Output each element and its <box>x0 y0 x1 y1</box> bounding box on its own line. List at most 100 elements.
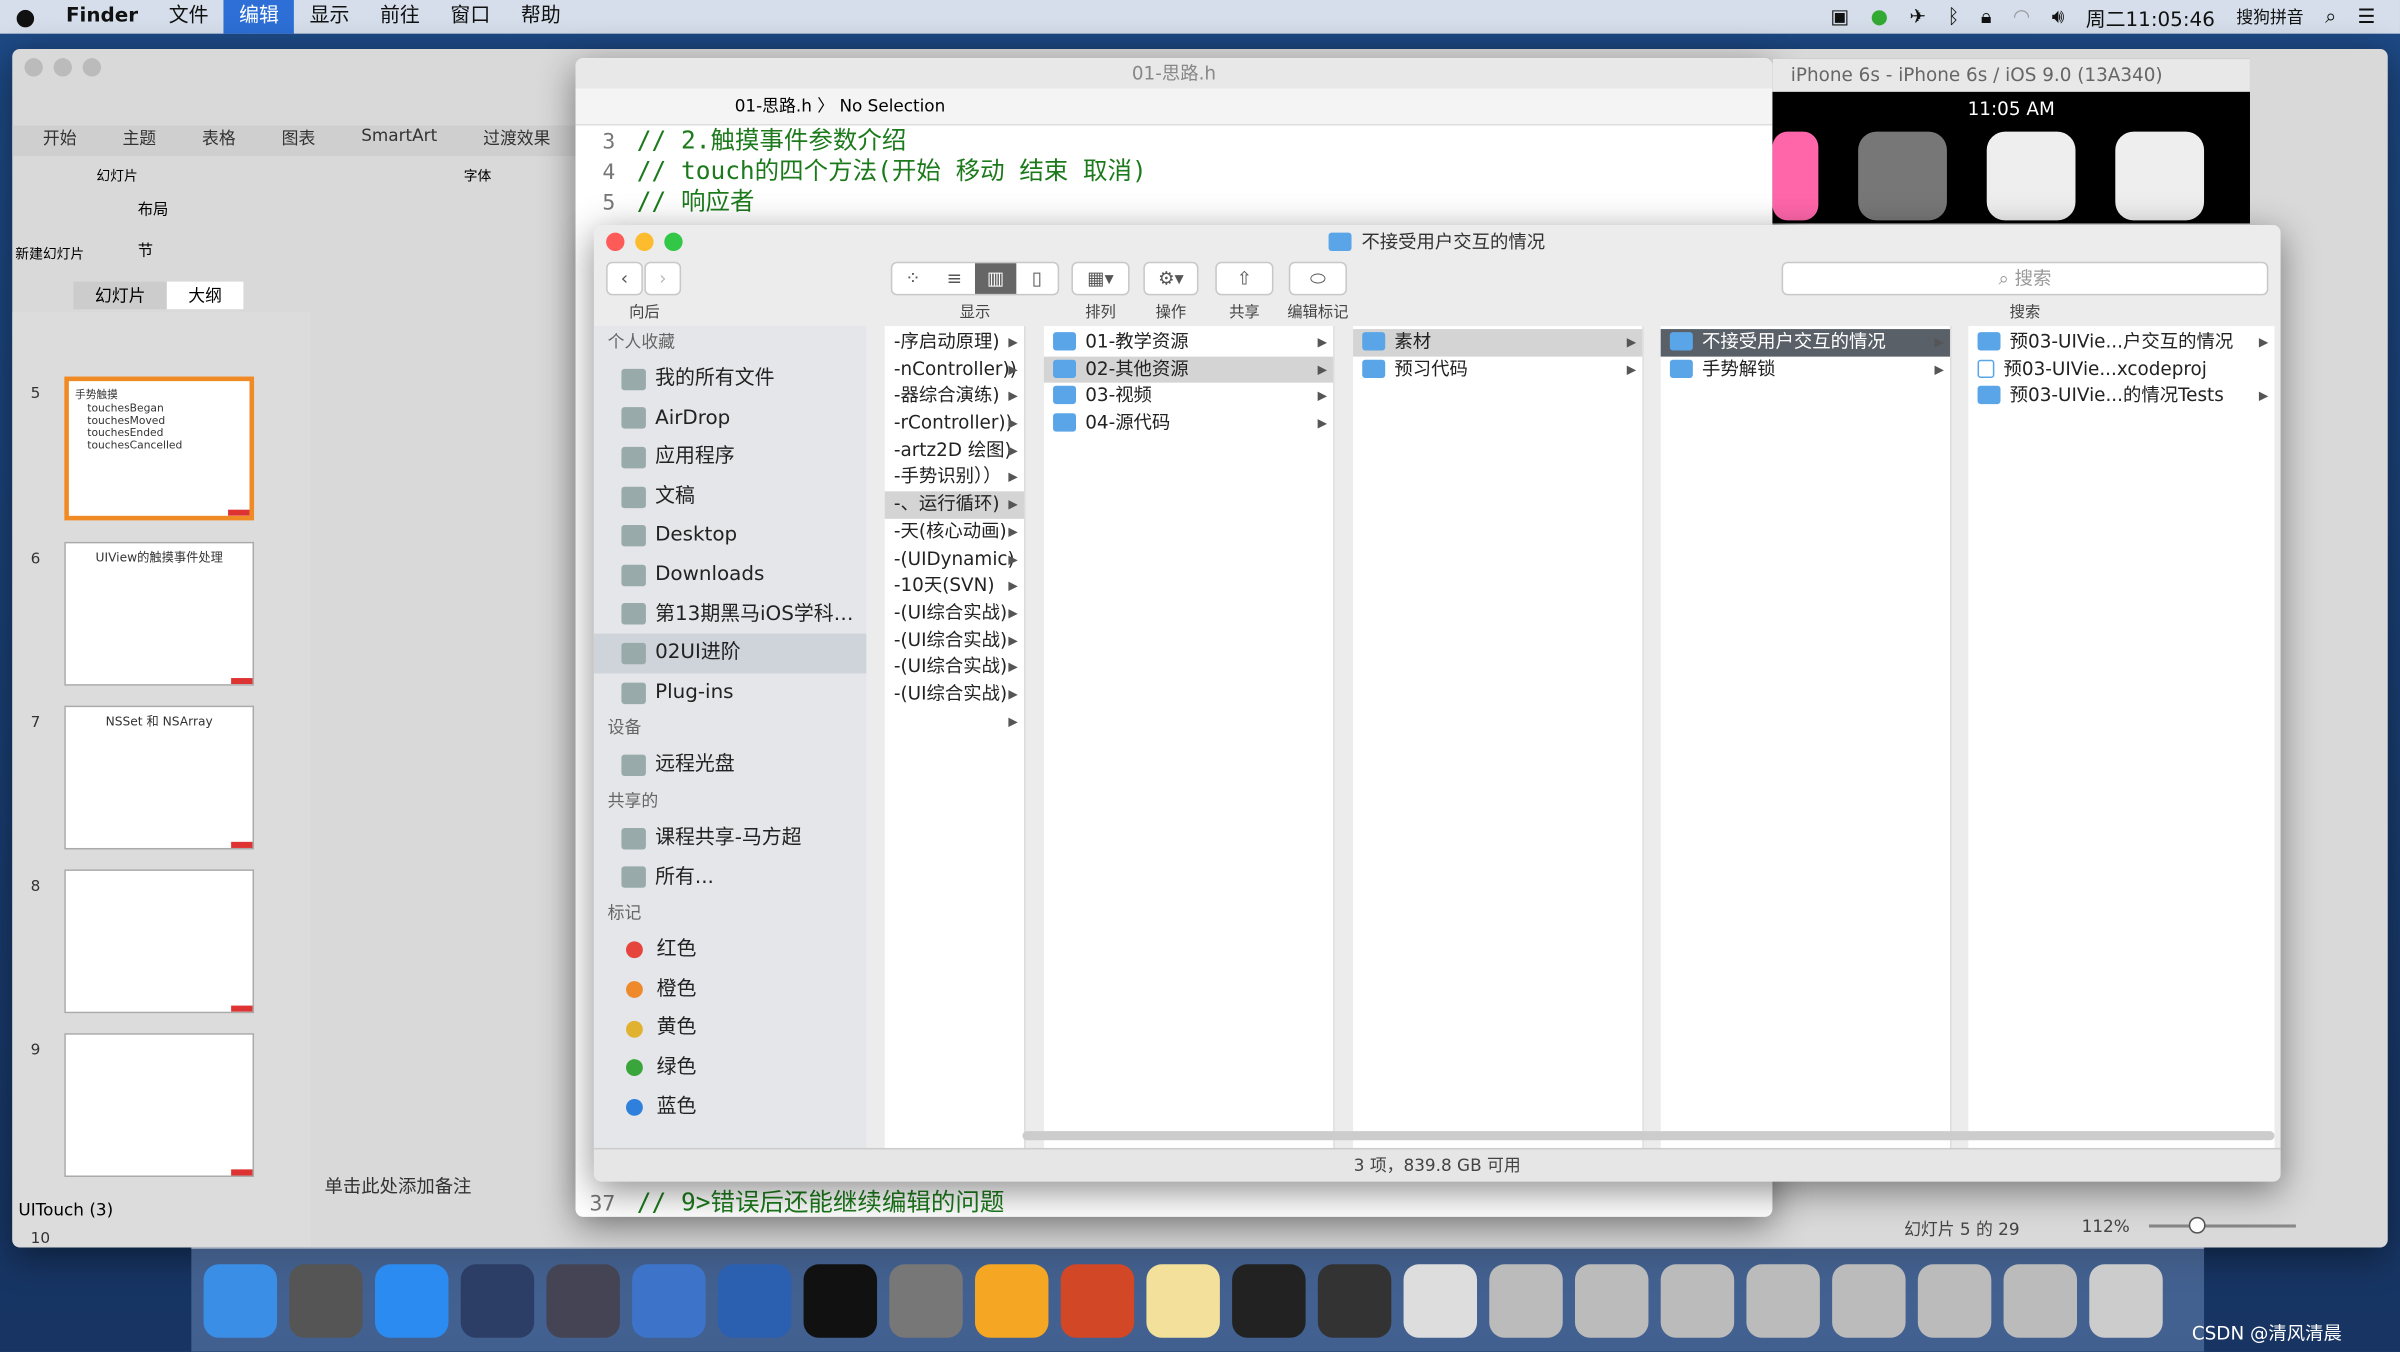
forward-button[interactable]: › <box>644 261 682 296</box>
share-icon[interactable]: ⇧ <box>1215 261 1274 296</box>
notes-placeholder[interactable]: 单击此处添加备注 <box>324 1172 471 1198</box>
list-item[interactable]: 02-其他资源 ▶ <box>1043 356 1334 384</box>
horizontal-scrollbar[interactable] <box>1022 1131 2275 1141</box>
app-icon[interactable] <box>2115 131 2205 221</box>
tab-smartart[interactable]: SmartArt <box>361 126 437 157</box>
list-item[interactable]: -(UI综合实战) ▶ <box>885 654 1024 681</box>
finder-icon[interactable] <box>203 1263 278 1337</box>
sidebar-item[interactable]: Desktop <box>594 516 866 555</box>
list-item[interactable]: -(UI综合实战) ▶ <box>885 627 1024 654</box>
window-6-icon[interactable] <box>1917 1263 1992 1337</box>
icon-view-icon[interactable]: ⁘ <box>892 263 933 294</box>
breadcrumb-file[interactable]: 01-思路.h <box>735 96 812 116</box>
list-item[interactable]: -天(核心动画) ▶ <box>885 519 1024 546</box>
slide-thumbnail[interactable] <box>64 1033 255 1178</box>
preview-icon[interactable] <box>1403 1263 1478 1337</box>
console-icon[interactable] <box>1232 1263 1306 1337</box>
notification-center-icon[interactable]: ☰ <box>2358 5 2376 28</box>
list-item[interactable]: 预03-UIVie...的情况Tests ▶ <box>1968 383 2274 410</box>
bluetooth-icon[interactable]: ᛒ <box>1948 5 1960 28</box>
tab-transitions[interactable]: 过渡效果 <box>483 126 550 157</box>
tab-slides[interactable]: 幻灯片 <box>73 281 167 310</box>
section-button[interactable]: 节 <box>138 237 153 260</box>
sidebar-item[interactable]: 我的所有文件 <box>594 360 866 399</box>
menu-window[interactable]: 窗口 <box>435 0 505 34</box>
xcode-icon[interactable] <box>632 1263 706 1337</box>
zoom-slider[interactable] <box>2148 1216 2296 1234</box>
slide-thumbnail[interactable] <box>64 869 255 1014</box>
menu-edit[interactable]: 编辑 <box>223 0 295 34</box>
slide-thumbnail[interactable]: 手势触摸 touchesBegan touchesMoved touchesEnded… <box>64 376 255 521</box>
volume-icon[interactable]: 🔊︎ <box>2052 5 2065 28</box>
view-switcher[interactable]: ⁘ ≡ ▥ ▯ <box>890 261 1060 296</box>
list-item[interactable]: -artz2D 绘图) ▶ <box>885 437 1024 464</box>
back-button[interactable]: ‹ <box>606 261 643 296</box>
code-editor[interactable]: 3 // 2.触摸事件参数介绍 4 // touch的四个方法(开始 移动 结束 取消… <box>576 126 1146 218</box>
jump-bar[interactable]: 01-思路.h 〉 No Selection <box>575 88 1773 126</box>
window-3-icon[interactable] <box>1660 1263 1735 1337</box>
sidebar-item[interactable]: Plug-ins <box>594 673 866 712</box>
list-item[interactable]: -器综合演练) ▶ <box>885 383 1024 410</box>
quicktime-icon[interactable] <box>1317 1263 1392 1337</box>
clock[interactable]: 周二11:05:46 <box>2086 2 2215 31</box>
apple-menu-icon[interactable]: ● <box>0 0 51 34</box>
list-item[interactable]: ▶ <box>885 708 1024 735</box>
list-item[interactable]: 预习代码 ▶ <box>1353 356 1642 383</box>
sidebar-tag[interactable]: 黄色 <box>594 1009 866 1048</box>
wifi-icon[interactable]: ◠ <box>2013 5 2030 28</box>
zoom-button[interactable] <box>664 232 683 252</box>
powerpoint-icon[interactable] <box>1060 1263 1135 1337</box>
list-item[interactable]: 手势解锁 ▶ <box>1661 356 1950 383</box>
sidebar-item[interactable]: 文稿 <box>594 477 866 516</box>
slide-thumbnail[interactable]: UIView的触摸事件处理 <box>64 541 255 686</box>
column-5[interactable]: 预03-UIVie...户交互的情况 ▶ 预03-UIVie...xcodeproj… <box>1968 326 2275 1150</box>
mouse-icon[interactable] <box>460 1263 535 1337</box>
arrange-button[interactable]: ▦▾ <box>1071 261 1130 296</box>
airplane-icon[interactable]: ✈ <box>1909 5 1926 28</box>
sidebar-item[interactable]: 远程光盘 <box>594 746 866 785</box>
sidebar-item[interactable]: Downloads <box>594 556 866 595</box>
close-button[interactable] <box>606 232 625 252</box>
app-icon[interactable] <box>1858 131 1947 221</box>
tab-charts[interactable]: 图表 <box>282 126 316 157</box>
launchpad-icon[interactable] <box>289 1263 363 1337</box>
column-1[interactable]: -序启动原理) ▶ -nController)) ▶ -器综合演练) ▶ -rControl… <box>884 326 1026 1150</box>
column-2[interactable]: 01-教学资源 ▶ 02-其他资源 ▶ 03-视频 ▶ 04-源代码 ▶ <box>1043 326 1335 1150</box>
zoom-button[interactable] <box>82 58 102 77</box>
list-item[interactable]: -手势识别）） ▶ <box>885 464 1024 491</box>
window-5-icon[interactable] <box>1832 1263 1906 1337</box>
sidebar-item[interactable]: 第13期黑马iOS学科… <box>594 595 866 634</box>
list-item[interactable]: -nController)) ▶ <box>885 356 1024 383</box>
list-item[interactable]: 预03-UIVie...户交互的情况 ▶ <box>1968 329 2274 356</box>
keynote-movie-icon[interactable] <box>546 1263 620 1337</box>
code-line-bottom[interactable]: 37 // 9>错误后还能继续编辑的问题 <box>576 1188 1004 1217</box>
layout-button[interactable]: 布局 <box>138 196 169 219</box>
terminal-icon[interactable] <box>803 1263 878 1337</box>
sidebar-item[interactable]: 所有... <box>594 858 866 897</box>
menu-file[interactable]: 文件 <box>153 0 223 34</box>
screen-record-icon[interactable]: ▣ <box>1830 5 1849 28</box>
list-item[interactable]: -10天(SVN) ▶ <box>885 573 1024 600</box>
sidebar-tag[interactable]: 橙色 <box>594 970 866 1009</box>
notes-icon[interactable] <box>1146 1263 1220 1337</box>
spotlight-icon[interactable]: ⌕ <box>2325 5 2336 28</box>
list-item[interactable]: 03-视频 ▶ <box>1044 383 1333 410</box>
window-1-icon[interactable] <box>1489 1263 1563 1337</box>
column-3[interactable]: 素材 ▶ 预习代码 ▶ <box>1353 326 1644 1150</box>
minimize-button[interactable] <box>53 58 72 77</box>
list-item[interactable]: -(UIDynamic) ▶ <box>885 546 1024 573</box>
instruments-icon[interactable] <box>717 1263 792 1337</box>
tab-tables[interactable]: 表格 <box>202 126 236 157</box>
sidebar-tag[interactable]: 蓝色 <box>594 1087 866 1126</box>
sidebar-tag[interactable]: 红色 <box>594 931 866 970</box>
column-view-icon[interactable]: ▥ <box>974 263 1017 294</box>
window-2-icon[interactable] <box>1574 1263 1649 1337</box>
coverflow-view-icon[interactable]: ▯ <box>1016 263 1057 294</box>
system-preferences-icon[interactable] <box>889 1263 963 1337</box>
app-icon[interactable] <box>1986 131 2076 221</box>
sketch-icon[interactable] <box>974 1263 1049 1337</box>
list-item[interactable]: -rController)) ▶ <box>885 410 1024 437</box>
list-item[interactable]: -(UI综合实战) ▶ <box>885 681 1024 708</box>
sidebar-item[interactable]: AirDrop <box>594 399 866 438</box>
sidebar-item[interactable]: 课程共享-马方超 <box>594 819 866 858</box>
